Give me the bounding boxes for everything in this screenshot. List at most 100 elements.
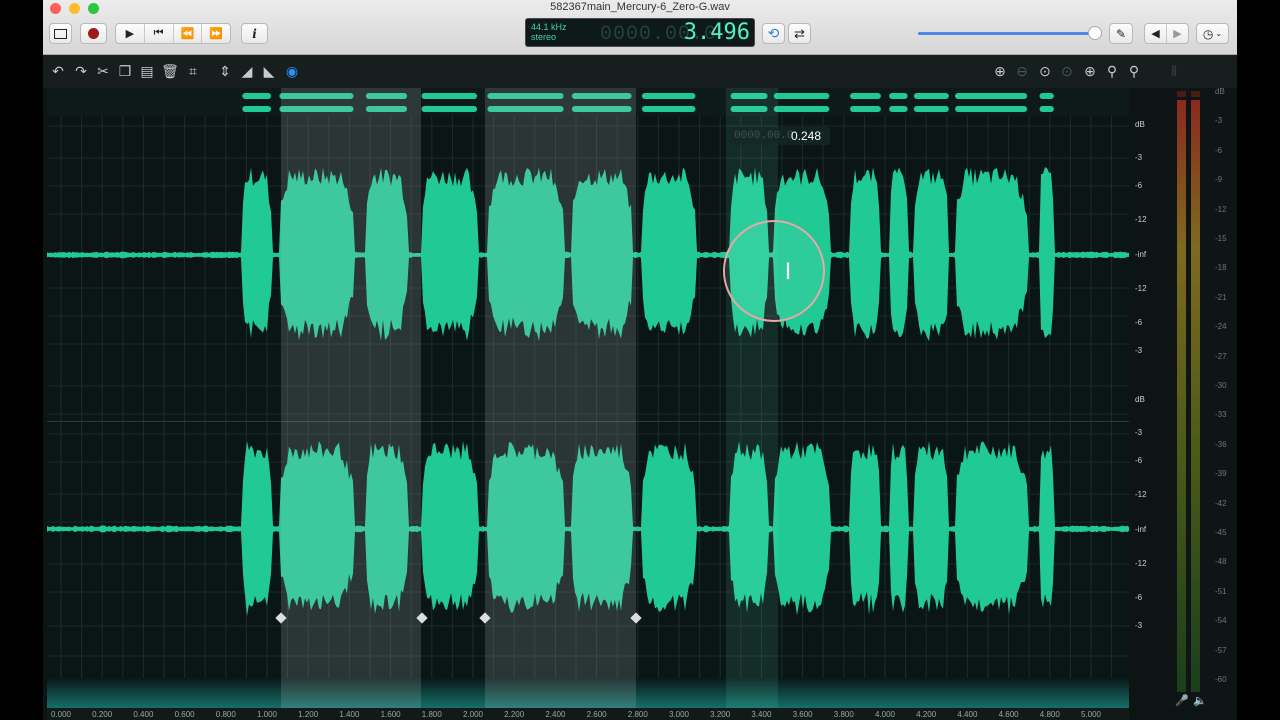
ruler-tick-label: 4.800: [1039, 710, 1060, 719]
info-button[interactable]: i: [241, 23, 268, 44]
history-menu-button[interactable]: ◷ ⌄: [1196, 23, 1229, 44]
ruler-tick-label: 2.800: [627, 710, 648, 719]
meter-scale-label: -12: [1215, 204, 1227, 214]
trash-icon[interactable]: 🗑: [161, 62, 179, 80]
db-scale-label: -3: [1135, 346, 1143, 355]
normalize-icon[interactable]: ⇕: [216, 62, 234, 80]
left-level-meter: [1177, 100, 1186, 692]
ruler-tick-label: 0.400: [133, 710, 154, 719]
overview-burst: [955, 106, 1028, 112]
ruler-tick-label: 3.800: [833, 710, 854, 719]
zoom-vertical-fit-icon[interactable]: ⚲: [1125, 62, 1143, 80]
zoom-fit-icon[interactable]: ⊙: [1036, 62, 1054, 80]
ruler-tick-label: 3.200: [710, 710, 731, 719]
meter-scale-label: -54: [1215, 616, 1227, 626]
zoom-out-icon[interactable]: ⊖: [1013, 62, 1031, 80]
sidebar-toggle-button[interactable]: [49, 23, 72, 44]
ruler-tick-label: 4.000: [874, 710, 896, 719]
sample-rate: 44.1 kHz: [531, 22, 567, 32]
overview-burst: [641, 93, 696, 99]
text-cursor-icon: I: [784, 260, 792, 285]
overview-burst: [913, 106, 949, 112]
overview-burst: [889, 106, 908, 112]
time-ruler[interactable]: 0.000 0.200 0.400 0.600 0.800 1.000 1.200 1.400…: [47, 708, 1129, 720]
waveform-view[interactable]: 0000.00.0 0.248 I: [47, 88, 1129, 708]
paste-icon[interactable]: ▤: [138, 62, 156, 80]
monitor-button[interactable]: ✎: [1109, 23, 1133, 44]
play-icon[interactable]: ▶: [116, 24, 144, 43]
db-scale-label: -12: [1135, 559, 1147, 568]
overview-burst: [913, 93, 949, 99]
overview-burst: [889, 93, 908, 99]
meter-scale-label: -48: [1215, 557, 1227, 567]
format-readout: 44.1 kHz stereo: [531, 22, 567, 42]
zoom-selection-icon[interactable]: ⊙: [1058, 62, 1076, 80]
cut-icon[interactable]: ✂: [94, 62, 112, 80]
overview-burst: [1039, 93, 1054, 99]
volume-slider-knob[interactable]: [1088, 26, 1102, 40]
meter-scale-label: -3: [1215, 116, 1223, 126]
ruler-tick-label: 3.400: [751, 710, 772, 719]
ruler-tick-label: 2.400: [545, 710, 566, 719]
redo-icon[interactable]: ↷: [72, 62, 90, 80]
pen-slash-icon: ✎: [1115, 26, 1127, 41]
db-scale-label: -6: [1135, 181, 1143, 190]
meter-scale-label: -33: [1215, 410, 1227, 420]
title-bar: 582367main_Mercury-6_Zero-G.wav ▶ ⏮ ⏪ ⏩ …: [43, 0, 1237, 55]
back-arrow-icon[interactable]: ◀: [1145, 24, 1166, 43]
overview-burst: [641, 106, 696, 112]
db-scale-label: -3: [1135, 428, 1143, 437]
selection-region[interactable]: [281, 88, 422, 708]
record-icon: [88, 28, 99, 39]
db-scale-label: -12: [1135, 215, 1147, 224]
click-highlight-circle: [723, 220, 825, 322]
copy-icon[interactable]: ❐: [116, 62, 134, 80]
ruler-tick-label: 2.000: [462, 710, 484, 719]
microphone-icon: 🎤: [1175, 695, 1189, 707]
effects-icon[interactable]: ◉: [283, 62, 301, 80]
channel-mode: stereo: [531, 32, 557, 42]
skip-to-start-icon[interactable]: ⏮: [143, 24, 173, 43]
undo-icon[interactable]: ↶: [49, 62, 67, 80]
grip-icon: ⦀: [1170, 62, 1178, 79]
db-scale-label: -6: [1135, 318, 1143, 327]
meter-scale-label: -60: [1215, 675, 1227, 684]
ruler-tick-label: 1.000: [256, 710, 278, 719]
fade-out-icon[interactable]: ◣: [260, 62, 278, 80]
db-scale-label: -3: [1135, 153, 1143, 162]
meter-scale-label: dB: [1215, 87, 1225, 96]
forward-arrow-icon[interactable]: ▶: [1166, 24, 1188, 43]
zoom-vertical-in-icon[interactable]: ⊕: [1081, 62, 1099, 80]
db-scale-label: -inf: [1135, 250, 1147, 259]
meter-scale-label: -9: [1215, 175, 1223, 185]
fast-forward-icon[interactable]: ⏩: [201, 24, 230, 43]
overview-burst: [773, 106, 830, 112]
repeat-icon: ⇄: [794, 25, 805, 41]
edit-toolbar: ↶ ↷ ✂ ❐ ▤ 🗑 ⌗ ⇕ ◢ ◣ ◉ ⊕ ⊖ ⊙ ⊙ ⊕ ⚲ ⚲ ⦀: [43, 55, 1237, 88]
loop-button[interactable]: ⟲: [762, 23, 785, 44]
ruler-tick-label: 4.200: [916, 710, 937, 719]
meter-scale-label: -36: [1215, 439, 1227, 449]
ruler-tick-label: 1.200: [298, 710, 319, 719]
sidebar-icon: [54, 28, 67, 39]
selection-region[interactable]: [485, 88, 636, 708]
fade-in-icon[interactable]: ◢: [238, 62, 256, 80]
crop-icon[interactable]: ⌗: [184, 62, 202, 80]
ruler-tick-label: 1.800: [421, 710, 442, 719]
chevron-down-icon: ⌄: [1215, 29, 1223, 38]
ruler-tick-label: 1.600: [380, 710, 401, 719]
record-button[interactable]: [80, 23, 107, 44]
transport-controls: ▶ ⏮ ⏪ ⏩: [115, 23, 231, 44]
right-clip-indicator: [1191, 91, 1200, 97]
ruler-tick-label: 3.000: [668, 710, 690, 719]
zoom-vertical-out-icon[interactable]: ⚲: [1103, 62, 1121, 80]
meter-scale-label: -6: [1215, 145, 1223, 155]
meter-scale-label: -30: [1215, 381, 1227, 390]
zoom-in-icon[interactable]: ⊕: [991, 62, 1009, 80]
right-level-meter: [1191, 100, 1200, 692]
volume-slider[interactable]: [918, 32, 1093, 35]
rewind-icon[interactable]: ⏪: [172, 24, 202, 43]
cursor-region: [726, 88, 778, 708]
repeat-button[interactable]: ⇄: [788, 23, 811, 44]
db-scale: dB dB -3 -3 -6 -6 -12 -12 -inf -inf -12 -12 -6 -6 -3 -3: [1129, 88, 1165, 708]
